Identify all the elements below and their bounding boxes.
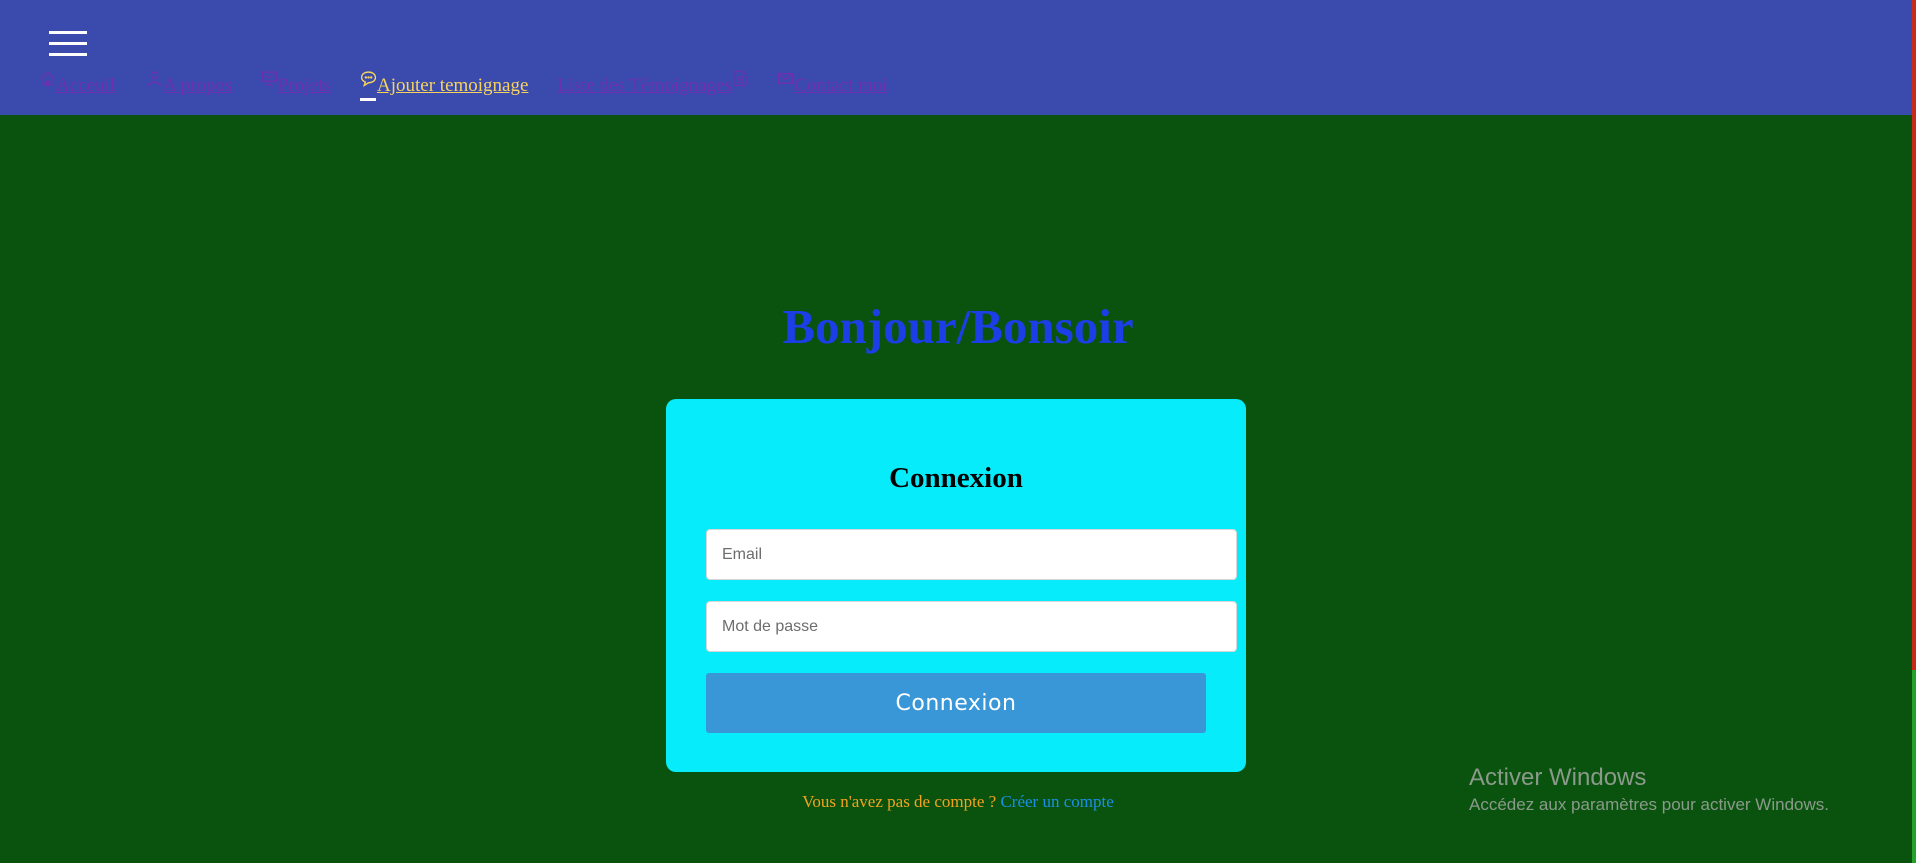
create-account-link[interactable]: Créer un compte xyxy=(1000,792,1113,811)
home-icon xyxy=(39,70,56,87)
document-list-icon xyxy=(732,70,749,87)
login-card: Connexion Connexion xyxy=(666,399,1246,772)
scrollbar-thumb[interactable] xyxy=(1912,670,1916,863)
password-field[interactable] xyxy=(706,601,1237,652)
active-nav-indicator xyxy=(360,98,376,101)
hamburger-menu-icon[interactable] xyxy=(49,31,87,56)
signup-prompt: Vous n'avez pas de compte ? xyxy=(802,792,997,811)
login-title: Connexion xyxy=(889,462,1023,494)
chat-bubble-icon xyxy=(360,70,377,87)
watermark-title: Activer Windows xyxy=(1469,764,1647,791)
greeting-heading: Bonjour/Bonsoir xyxy=(782,299,1134,354)
nav-link-ajouter-temoignage[interactable]: Ajouter temoignage xyxy=(360,68,528,104)
nav-link-label: Projets xyxy=(278,75,331,96)
nav-link-projets[interactable]: Projets xyxy=(261,68,331,104)
login-submit-button[interactable]: Connexion xyxy=(706,673,1206,733)
nav-link-a-propos[interactable]: A propos xyxy=(146,68,232,104)
windows-activation-watermark: Activer Windows Accédez aux paramètres p… xyxy=(1469,763,1829,817)
email-field[interactable] xyxy=(706,529,1237,580)
nav-link-label: Liste des Témoignages xyxy=(557,75,732,96)
top-navigation-bar: Acceuil A propos Projets Ajouter temoign… xyxy=(0,0,1912,115)
nav-link-liste-temoignages[interactable]: Liste des Témoignages xyxy=(557,68,749,104)
watermark-subtitle: Accédez aux paramètres pour activer Wind… xyxy=(1469,795,1829,814)
nav-link-label: Acceuil xyxy=(56,75,116,96)
nav-link-label: Contact moi xyxy=(794,75,888,96)
presentation-icon xyxy=(261,70,278,87)
nav-link-acceuil[interactable]: Acceuil xyxy=(39,68,115,104)
user-icon xyxy=(146,70,163,87)
nav-link-contact-moi[interactable]: Contact moi xyxy=(777,68,887,104)
nav-link-label: A propos xyxy=(163,75,233,96)
mail-icon xyxy=(777,70,794,87)
nav-link-label: Ajouter temoignage xyxy=(377,75,529,96)
